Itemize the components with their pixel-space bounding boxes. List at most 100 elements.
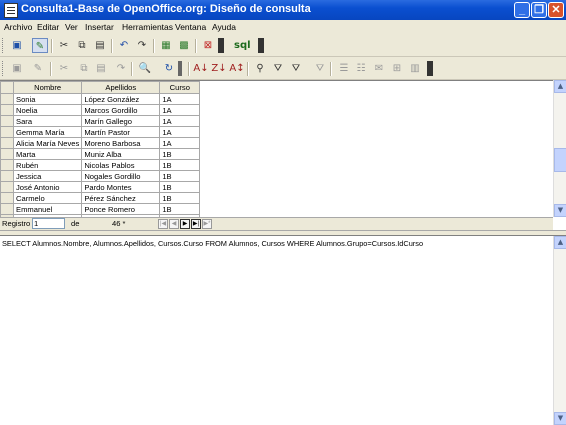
menu-archivo[interactable]: Archivo: [4, 22, 32, 32]
cell-nombre[interactable]: Emmanuel: [12, 203, 83, 215]
row-header[interactable]: [0, 93, 14, 105]
cell-curso[interactable]: 1A: [159, 93, 201, 105]
table-row[interactable]: José Antonio Pardo Montes 1B: [0, 181, 201, 193]
previous-record-button[interactable]: ◀: [169, 219, 179, 229]
toolbar-more-arrow[interactable]: [258, 38, 264, 53]
cell-apellidos[interactable]: Pardo Montes: [81, 181, 161, 193]
cell-curso[interactable]: 1B: [159, 192, 201, 204]
cell-curso[interactable]: 1B: [159, 170, 201, 182]
sql-vertical-scrollbar[interactable]: ▲ ▼: [553, 236, 566, 425]
paste-data-icon[interactable]: ▤: [93, 61, 109, 76]
cell-curso[interactable]: 1A: [159, 137, 201, 149]
edit-mode-icon[interactable]: ✎: [32, 38, 48, 53]
table-row[interactable]: Marta Muniz Alba 1B: [0, 148, 201, 160]
row-header[interactable]: [0, 104, 14, 116]
table-row[interactable]: Rubén Nicolas Pablos 1B: [0, 159, 201, 171]
cell-apellidos[interactable]: Marcos Gordillo: [81, 104, 161, 116]
cell-nombre[interactable]: Sonia: [12, 93, 83, 105]
row-header[interactable]: [0, 203, 14, 215]
cut-data-icon[interactable]: ✂: [56, 61, 72, 76]
menu-insertar[interactable]: Insertar: [85, 22, 114, 32]
toolbar-more-arrow[interactable]: [427, 61, 433, 76]
table-row[interactable]: Alicia María Neves Moreno Barbosa 1A: [0, 137, 201, 149]
sql-statement[interactable]: SELECT Alumnos.Nombre, Alumnos.Apellidos…: [2, 239, 423, 248]
record-number-input[interactable]: 1: [32, 218, 65, 229]
toolbar-more-arrow[interactable]: [218, 38, 224, 53]
cell-apellidos[interactable]: Pérez Sánchez: [81, 192, 161, 204]
next-record-button[interactable]: ▶: [180, 219, 190, 229]
cell-curso[interactable]: 1A: [159, 104, 201, 116]
cell-nombre[interactable]: Alicia María Neves: [12, 137, 83, 149]
menu-ayuda[interactable]: Ayuda: [212, 22, 236, 32]
sql-mode-icon[interactable]: sql: [234, 38, 251, 53]
cell-nombre[interactable]: José Antonio: [12, 181, 83, 193]
data-to-text-icon[interactable]: ☰: [336, 61, 352, 76]
redo-data-icon[interactable]: ↷: [113, 61, 129, 76]
refresh-icon[interactable]: ↻: [161, 61, 177, 76]
cell-curso[interactable]: 1B: [159, 181, 201, 193]
row-header[interactable]: [0, 115, 14, 127]
sort-descending-icon[interactable]: Z↓: [211, 61, 227, 76]
autofilter-icon[interactable]: ⚲: [252, 61, 268, 76]
row-header[interactable]: [0, 137, 14, 149]
add-table-icon[interactable]: ⊠: [200, 38, 216, 53]
maximize-button[interactable]: ❐: [531, 2, 547, 18]
find-record-icon[interactable]: 🔍: [137, 61, 153, 76]
cell-curso[interactable]: 1B: [159, 148, 201, 160]
save-record-icon[interactable]: ▣: [9, 61, 25, 76]
row-header[interactable]: [0, 192, 14, 204]
table-row[interactable]: Jessica Nogales Gordillo 1B: [0, 170, 201, 182]
undo-icon[interactable]: ↶: [116, 38, 132, 53]
cell-nombre[interactable]: Marta: [12, 148, 83, 160]
new-record-button[interactable]: ▶*: [202, 219, 212, 229]
copy-data-icon[interactable]: ⧉: [76, 61, 92, 76]
cell-curso[interactable]: 1B: [159, 159, 201, 171]
cell-curso[interactable]: 1A: [159, 126, 201, 138]
scroll-up-button[interactable]: ▲: [554, 80, 566, 93]
refresh-dropdown-arrow[interactable]: [178, 61, 182, 76]
row-header[interactable]: [0, 159, 14, 171]
cell-apellidos[interactable]: Nicolas Pablos: [81, 159, 161, 171]
sort-icon[interactable]: A↕: [229, 61, 245, 76]
data-source-icon[interactable]: ⊞: [389, 61, 405, 76]
cell-apellidos[interactable]: Ponce Romero: [81, 203, 161, 215]
close-button[interactable]: ✕: [548, 2, 564, 18]
standard-filter-icon[interactable]: ⛛: [288, 61, 304, 76]
cell-apellidos[interactable]: López González: [81, 93, 161, 105]
table-row[interactable]: Gemma María Martín Pastor 1A: [0, 126, 201, 138]
clear-query-icon[interactable]: ▩: [176, 38, 192, 53]
menu-editar[interactable]: Editar: [37, 22, 59, 32]
row-header[interactable]: [0, 126, 14, 138]
remove-filter-icon[interactable]: ⛛: [312, 61, 328, 76]
column-header-nombre[interactable]: Nombre: [12, 81, 83, 94]
table-row[interactable]: Sonia López González 1A: [0, 93, 201, 105]
apply-filter-icon[interactable]: ⛛: [270, 61, 286, 76]
menu-ventana[interactable]: Ventana: [175, 22, 206, 32]
cell-apellidos[interactable]: Muniz Alba: [81, 148, 161, 160]
row-header[interactable]: [0, 181, 14, 193]
cell-apellidos[interactable]: Martín Pastor: [81, 126, 161, 138]
minimize-button[interactable]: _: [514, 2, 530, 18]
data-to-fields-icon[interactable]: ☷: [353, 61, 369, 76]
cell-nombre[interactable]: Sara: [12, 115, 83, 127]
redo-icon[interactable]: ↷: [134, 38, 150, 53]
scroll-up-button[interactable]: ▲: [554, 236, 566, 249]
cell-curso[interactable]: 1B: [159, 203, 201, 215]
cell-nombre[interactable]: Noelia: [12, 104, 83, 116]
paste-icon[interactable]: ▤: [92, 38, 108, 53]
table-row[interactable]: Emmanuel Ponce Romero 1B: [0, 203, 201, 215]
cell-apellidos[interactable]: Moreno Barbosa: [81, 137, 161, 149]
corner-cell[interactable]: [0, 81, 14, 94]
scroll-down-button[interactable]: ▼: [554, 412, 566, 425]
menu-ver[interactable]: Ver: [65, 22, 78, 32]
scroll-thumb[interactable]: [554, 148, 566, 172]
table-row[interactable]: Sara Marín Gallego 1A: [0, 115, 201, 127]
grid-vertical-scrollbar[interactable]: ▲ ▼: [553, 80, 566, 217]
row-header[interactable]: [0, 170, 14, 182]
copy-icon[interactable]: ⧉: [74, 38, 90, 53]
table-row[interactable]: Carmelo Pérez Sánchez 1B: [0, 192, 201, 204]
last-record-button[interactable]: ▶|: [191, 219, 201, 229]
cell-curso[interactable]: 1A: [159, 115, 201, 127]
cell-apellidos[interactable]: Marín Gallego: [81, 115, 161, 127]
run-query-icon[interactable]: ▦: [158, 38, 174, 53]
